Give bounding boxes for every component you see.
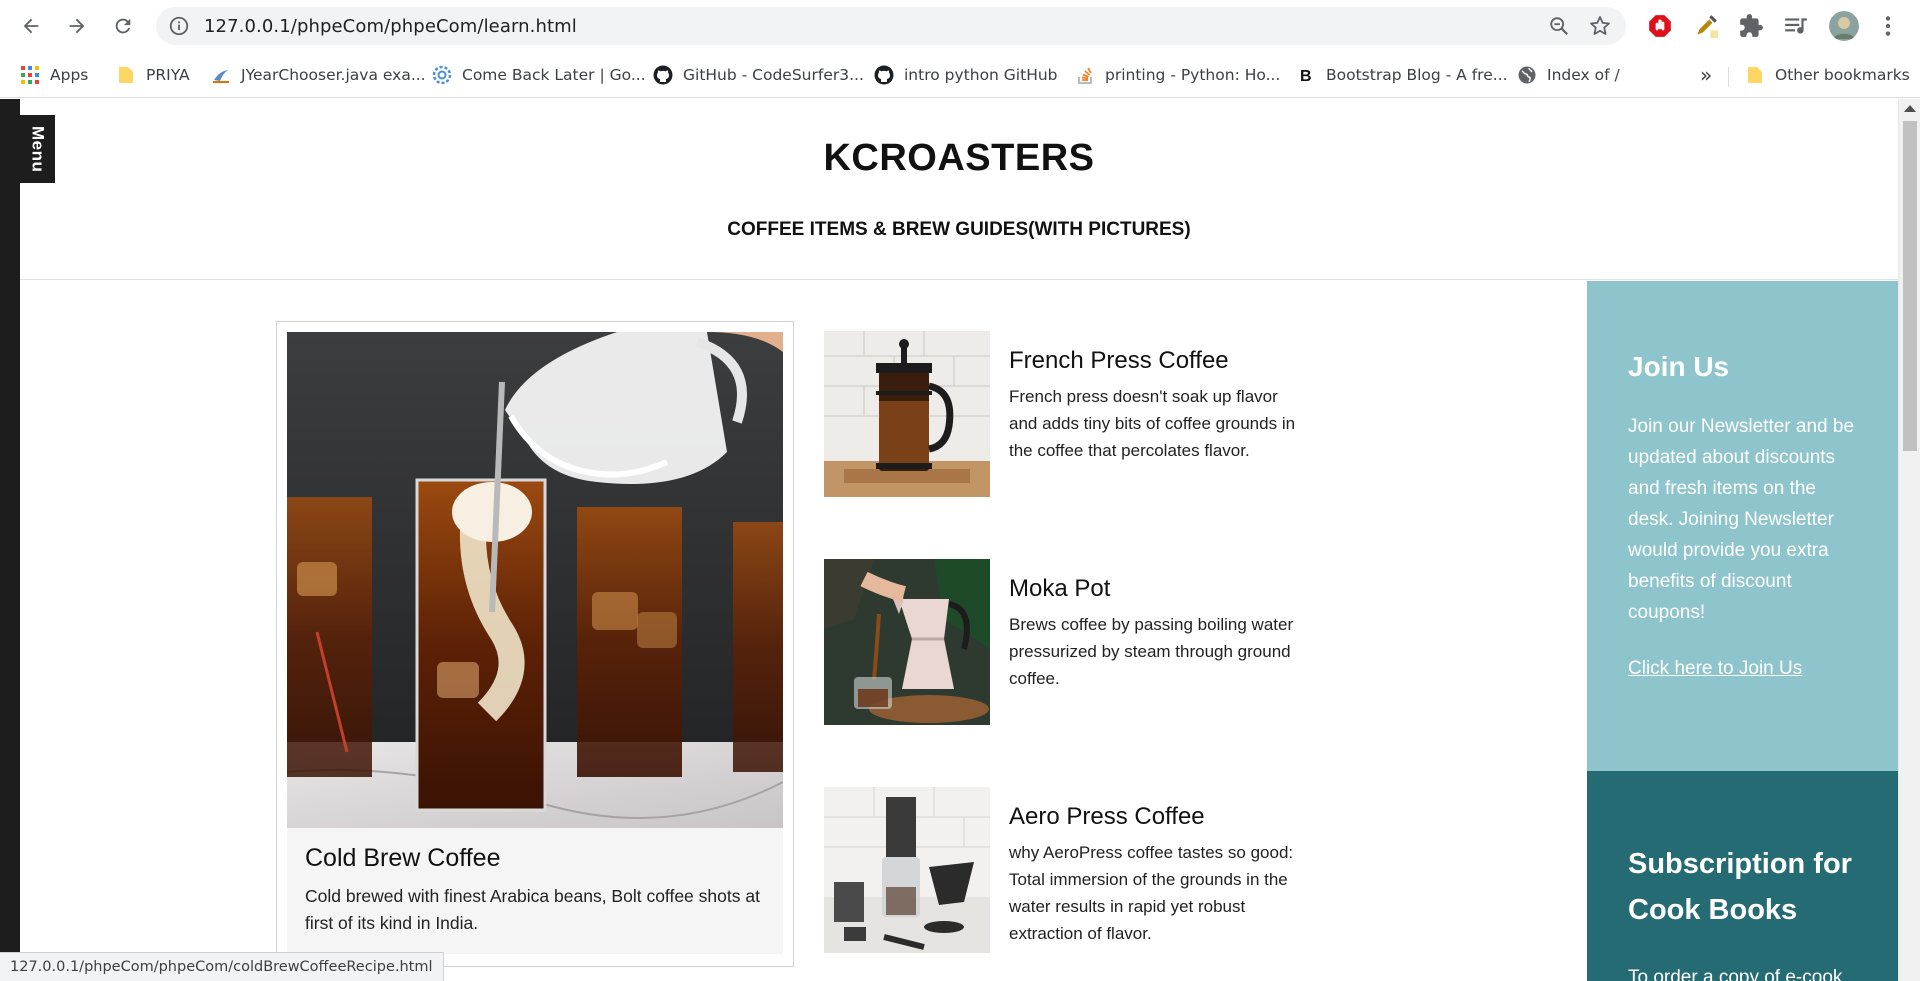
folder-icon bbox=[1745, 65, 1765, 85]
reload-button[interactable] bbox=[107, 10, 139, 42]
bookmark-label: Index of / bbox=[1547, 66, 1620, 84]
back-arrow-icon bbox=[23, 18, 39, 34]
bookmark-label: JYearChooser.java exa... bbox=[241, 66, 426, 84]
page-header: KCROASTERS COFFEE ITEMS & BREW GUIDES(WI… bbox=[20, 99, 1898, 280]
bookmark-label: printing - Python: Ho... bbox=[1105, 66, 1281, 84]
bookmark-label: GitHub - CodeSurfer3... bbox=[683, 66, 864, 84]
item-text: French Press Coffee French press doesn't… bbox=[1009, 347, 1309, 464]
subscription-panel: Subscription for Cook Books To order a c… bbox=[1587, 771, 1898, 981]
globe-icon bbox=[1517, 65, 1537, 85]
site-title: KCROASTERS bbox=[823, 137, 1095, 179]
bookmark-apps[interactable]: Apps bbox=[20, 62, 88, 88]
forward-arrow-icon bbox=[69, 18, 85, 34]
feature-caption: Cold Brew Coffee Cold brewed with finest… bbox=[287, 828, 783, 954]
scroll-up-arrow-icon[interactable] bbox=[1904, 105, 1916, 112]
feature-title[interactable]: Cold Brew Coffee bbox=[305, 844, 765, 873]
item-text: Aero Press Coffee why AeroPress coffee t… bbox=[1009, 803, 1309, 947]
item-title[interactable]: Aero Press Coffee bbox=[1009, 803, 1309, 831]
item-text: Moka Pot Brews coffee by passing boiling… bbox=[1009, 575, 1309, 692]
browser-toolbar: 127.0.0.1/phpeCom/phpeCom/learn.html bbox=[0, 0, 1920, 52]
moka-pot-image[interactable] bbox=[824, 559, 990, 725]
bookmark-label: Bootstrap Blog - A fre... bbox=[1326, 66, 1508, 84]
bookmark-come-back-later[interactable]: Come Back Later | Go... bbox=[432, 62, 646, 88]
more-bookmarks-chevron-icon[interactable]: » bbox=[1700, 62, 1712, 88]
aero-press-image[interactable] bbox=[824, 787, 990, 953]
page-scrollbar[interactable] bbox=[1898, 99, 1920, 981]
item-moka-pot[interactable]: Moka Pot Brews coffee by passing boiling… bbox=[824, 559, 1304, 727]
cold-brew-image[interactable] bbox=[287, 332, 783, 828]
item-aero-press[interactable]: Aero Press Coffee why AeroPress coffee t… bbox=[824, 787, 1304, 955]
bookmark-label: Come Back Later | Go... bbox=[462, 66, 646, 84]
eyedropper-extension-icon[interactable] bbox=[1693, 13, 1719, 39]
profile-avatar[interactable] bbox=[1829, 11, 1859, 41]
join-heading: Join Us bbox=[1628, 351, 1730, 382]
item-description: Brews coffee by passing boiling water pr… bbox=[1009, 615, 1294, 688]
feature-card-cold-brew[interactable]: Cold Brew Coffee Cold brewed with finest… bbox=[276, 321, 794, 967]
other-bookmarks-label: Other bookmarks bbox=[1775, 66, 1910, 84]
github-icon bbox=[874, 65, 894, 85]
bookmark-star-icon[interactable] bbox=[1588, 14, 1612, 38]
bookmark-label: Apps bbox=[50, 66, 89, 84]
join-text: Join our Newsletter and be updated about… bbox=[1628, 416, 1855, 623]
reload-icon bbox=[115, 18, 131, 34]
subscription-text: To order a copy of e-cook bbox=[1628, 967, 1843, 981]
media-queue-icon[interactable] bbox=[1783, 13, 1809, 39]
url-text[interactable]: 127.0.0.1/phpeCom/phpeCom/learn.html bbox=[204, 16, 577, 37]
french-press-image[interactable] bbox=[824, 331, 990, 497]
folder-icon bbox=[116, 65, 136, 85]
bookmarks-bar: Apps PRIYA JYearChooser.java exa... Come… bbox=[0, 52, 1920, 98]
browser-menu-kebab-icon[interactable] bbox=[1875, 13, 1901, 39]
sidebar-strip bbox=[0, 99, 20, 981]
github-icon bbox=[653, 65, 673, 85]
bootstrap-icon: B bbox=[1296, 65, 1316, 85]
join-link[interactable]: Click here to Join Us bbox=[1628, 658, 1802, 679]
subscription-heading: Subscription for Cook Books bbox=[1628, 848, 1852, 926]
page-viewport: Menu KCROASTERS COFFEE ITEMS & BREW GUID… bbox=[0, 99, 1900, 981]
bookmark-printing-python[interactable]: printing - Python: Ho... bbox=[1075, 62, 1280, 88]
address-bar[interactable]: 127.0.0.1/phpeCom/phpeCom/learn.html bbox=[156, 7, 1626, 45]
bookmark-bootstrap-blog[interactable]: B Bootstrap Blog - A fre... bbox=[1296, 62, 1508, 88]
site-info-icon[interactable] bbox=[168, 15, 190, 37]
item-title[interactable]: Moka Pot bbox=[1009, 575, 1309, 603]
scrollbar-thumb[interactable] bbox=[1903, 121, 1917, 451]
bookmarks-divider bbox=[1728, 67, 1729, 87]
bookmark-github-codesurfer[interactable]: GitHub - CodeSurfer3... bbox=[653, 62, 864, 88]
item-french-press[interactable]: French Press Coffee French press doesn't… bbox=[824, 331, 1304, 499]
apps-grid-icon bbox=[20, 65, 40, 85]
item-description: French press doesn't soak up flavor and … bbox=[1009, 387, 1296, 460]
zoom-icon[interactable] bbox=[1548, 15, 1570, 37]
stackoverflow-icon bbox=[1075, 65, 1095, 85]
bookmark-jyearchooser[interactable]: JYearChooser.java exa... bbox=[211, 62, 426, 88]
join-us-panel: Join Us Join our Newsletter and be updat… bbox=[1587, 281, 1898, 771]
gear-icon bbox=[432, 65, 452, 85]
adblock-extension-icon[interactable] bbox=[1647, 13, 1673, 39]
bookmark-intro-python[interactable]: intro python GitHub bbox=[874, 62, 1058, 88]
bookmark-index-of[interactable]: Index of / bbox=[1517, 62, 1620, 88]
java-icon bbox=[211, 65, 231, 85]
feature-description: Cold brewed with finest Arabica beans, B… bbox=[305, 886, 760, 933]
extensions-puzzle-icon[interactable] bbox=[1738, 13, 1764, 39]
bookmark-label: intro python GitHub bbox=[904, 66, 1058, 84]
bookmark-priya[interactable]: PRIYA bbox=[116, 62, 190, 88]
bookmark-label: PRIYA bbox=[146, 66, 190, 84]
back-button[interactable] bbox=[15, 10, 47, 42]
other-bookmarks[interactable]: Other bookmarks bbox=[1745, 62, 1910, 88]
item-description: why AeroPress coffee tastes so good: Tot… bbox=[1009, 843, 1294, 943]
site-subtitle: COFFEE ITEMS & BREW GUIDES(WITH PICTURES… bbox=[727, 219, 1191, 240]
link-status-bar: 127.0.0.1/phpeCom/phpeCom/coldBrewCoffee… bbox=[0, 952, 444, 981]
forward-button[interactable] bbox=[61, 10, 93, 42]
item-title[interactable]: French Press Coffee bbox=[1009, 347, 1309, 375]
svg-text:B: B bbox=[1300, 68, 1312, 85]
